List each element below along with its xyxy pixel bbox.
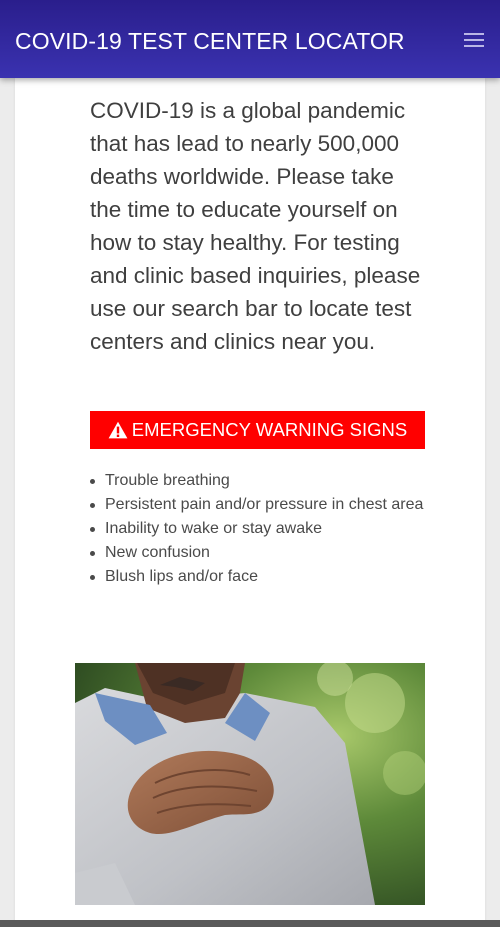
list-item: Inability to wake or stay awake	[90, 517, 425, 541]
horizontal-scrollbar[interactable]	[0, 920, 500, 927]
emergency-warning-button[interactable]: EMERGENCY WARNING SIGNS	[90, 411, 425, 449]
man-holding-chest-image	[75, 663, 425, 905]
site-title[interactable]: COVID-19 TEST CENTER LOCATOR	[15, 27, 405, 55]
list-item: Blush lips and/or face	[90, 565, 425, 589]
list-item: Trouble breathing	[90, 469, 425, 493]
list-item: Persistent pain and/or pressure in chest…	[90, 493, 425, 517]
chest-pain-photo	[75, 663, 425, 905]
emergency-warning-label: EMERGENCY WARNING SIGNS	[131, 419, 408, 440]
hamburger-menu-icon[interactable]	[462, 30, 486, 50]
warning-signs-list: Trouble breathing Persistent pain and/or…	[90, 469, 425, 589]
intro-paragraph: COVID-19 is a global pandemic that has l…	[90, 98, 421, 354]
list-item: New confusion	[90, 541, 425, 565]
warning-triangle-icon	[108, 421, 128, 439]
scrollbar-thumb[interactable]	[0, 920, 500, 927]
navbar: COVID-19 TEST CENTER LOCATOR	[0, 0, 500, 78]
